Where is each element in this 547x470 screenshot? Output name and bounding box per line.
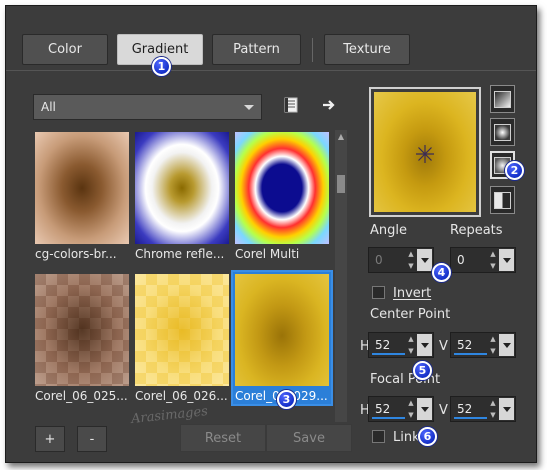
reset-button[interactable]: Reset <box>180 424 266 452</box>
spin-arrows[interactable]: ▲ ▼ <box>405 399 417 420</box>
material-properties-dialog: Color Gradient Pattern Texture All cg-co… <box>5 5 537 463</box>
tab-texture[interactable]: Texture <box>324 34 410 65</box>
angle-dropdown[interactable] <box>417 249 432 271</box>
chevron-down-icon <box>420 342 429 348</box>
spin-arrows[interactable]: ▲ ▼ <box>487 335 499 356</box>
spin-arrows[interactable]: ▲ ▼ <box>487 250 499 271</box>
chevron-down-icon <box>502 342 511 348</box>
angle-label: Angle <box>370 223 407 238</box>
tab-color[interactable]: Color <box>22 34 108 65</box>
center-point-icon <box>416 145 434 163</box>
angle-spinner[interactable]: 0 ▲ ▼ <box>368 247 434 273</box>
link-checkbox[interactable] <box>372 430 385 443</box>
gradient-swatch <box>135 132 229 244</box>
rectangular-gradient-icon <box>494 123 511 141</box>
gradient-swatch <box>35 132 129 244</box>
center-h-spinner[interactable]: 52 ▲ ▼ <box>368 332 434 358</box>
focal-v-spinner[interactable]: 52 ▲ ▼ <box>450 396 516 422</box>
export-button[interactable] <box>320 96 338 114</box>
center-v-label: V <box>439 339 448 354</box>
spin-arrows[interactable]: ▲ ▼ <box>487 399 499 420</box>
focal-h-spinner[interactable]: 52 ▲ ▼ <box>368 396 434 422</box>
radial-gradient-icon <box>494 191 511 209</box>
header-divider <box>6 70 536 71</box>
focal-h-value: 52 <box>375 402 391 416</box>
save-button[interactable]: Save <box>266 424 352 452</box>
center-v-value: 52 <box>457 338 473 352</box>
category-select-value: All <box>41 100 56 114</box>
chevron-down-icon <box>502 257 511 263</box>
gradient-item[interactable]: cg-colors-br... <box>33 130 131 262</box>
invert-label: Invert <box>393 286 432 301</box>
arrow-right-icon <box>323 100 335 110</box>
gradient-swatch <box>135 274 229 386</box>
file-browse-button[interactable] <box>282 96 300 114</box>
gradient-label: Corel Multi <box>235 247 300 261</box>
gradient-label: Corel_06_025... <box>35 389 128 403</box>
chevron-down-icon <box>420 406 429 412</box>
gradient-preview[interactable] <box>369 87 481 217</box>
scroll-thumb[interactable] <box>337 175 345 193</box>
callout-badge-5: 5 <box>413 361 432 380</box>
callout-badge-1: 1 <box>152 57 171 76</box>
add-gradient-button[interactable]: + <box>35 426 65 452</box>
remove-gradient-button[interactable]: - <box>77 426 107 452</box>
gradient-swatch <box>235 274 329 386</box>
gallery-scrollbar[interactable]: ▲ <box>335 130 347 422</box>
gradient-item[interactable]: Corel_06_026... <box>133 272 231 404</box>
focal-v-dropdown[interactable] <box>499 398 514 420</box>
center-v-dropdown[interactable] <box>499 334 514 356</box>
center-h-dropdown[interactable] <box>417 334 432 356</box>
value-bar <box>454 353 487 355</box>
chevron-down-icon <box>502 406 511 412</box>
center-v-spinner[interactable]: 52 ▲ ▼ <box>450 332 516 358</box>
gradient-item[interactable]: Corel Multi <box>233 130 331 262</box>
center-h-value: 52 <box>375 338 391 352</box>
gradient-item[interactable]: Chrome refle... <box>133 130 231 262</box>
value-bar <box>372 417 405 419</box>
gradient-item[interactable]: Corel_06_025... <box>33 272 131 404</box>
callout-badge-6: 6 <box>418 427 437 446</box>
chevron-down-icon <box>420 257 429 263</box>
focal-h-dropdown[interactable] <box>417 398 432 420</box>
callout-badge-3: 3 <box>277 390 296 409</box>
angle-value: 0 <box>375 253 383 267</box>
callout-badge-2: 2 <box>505 161 524 180</box>
repeats-dropdown[interactable] <box>499 249 514 271</box>
gradient-preview-swatch <box>374 92 476 212</box>
rectangular-style-button[interactable] <box>490 118 515 146</box>
linear-style-button[interactable] <box>490 85 515 113</box>
spin-arrows[interactable]: ▲ ▼ <box>405 250 417 271</box>
center-point-label: Center Point <box>370 307 451 322</box>
value-bar <box>372 353 405 355</box>
tab-pattern[interactable]: Pattern <box>212 34 301 65</box>
gradient-swatch <box>35 274 129 386</box>
invert-checkbox[interactable] <box>372 286 385 299</box>
value-bar <box>454 417 487 419</box>
tab-separator <box>312 38 313 62</box>
scroll-up-icon[interactable]: ▲ <box>336 132 346 141</box>
focal-v-value: 52 <box>457 402 473 416</box>
gradient-grid: cg-colors-br... Chrome refle... Corel Mu… <box>33 130 333 427</box>
gradient-item-selected[interactable]: Corel_06_029... <box>231 270 333 406</box>
gradient-label: cg-colors-br... <box>35 247 117 261</box>
gradient-label: Chrome refle... <box>135 247 225 261</box>
focal-v-label: V <box>439 403 448 418</box>
spin-arrows[interactable]: ▲ ▼ <box>405 335 417 356</box>
gradient-swatch <box>235 132 329 244</box>
repeats-value: 0 <box>457 253 465 267</box>
repeats-label: Repeats <box>450 223 503 238</box>
radial-style-button[interactable] <box>490 186 515 214</box>
chevron-down-icon <box>244 105 254 110</box>
category-select[interactable]: All <box>33 94 262 120</box>
tab-bar: Color Gradient Pattern Texture <box>6 6 536 66</box>
document-icon <box>284 97 298 113</box>
gradient-label: Corel_06_026... <box>135 389 228 403</box>
callout-badge-4: 4 <box>432 263 451 282</box>
link-label: Link <box>393 430 420 445</box>
linear-gradient-icon <box>494 90 511 108</box>
repeats-spinner[interactable]: 0 ▲ ▼ <box>450 247 516 273</box>
